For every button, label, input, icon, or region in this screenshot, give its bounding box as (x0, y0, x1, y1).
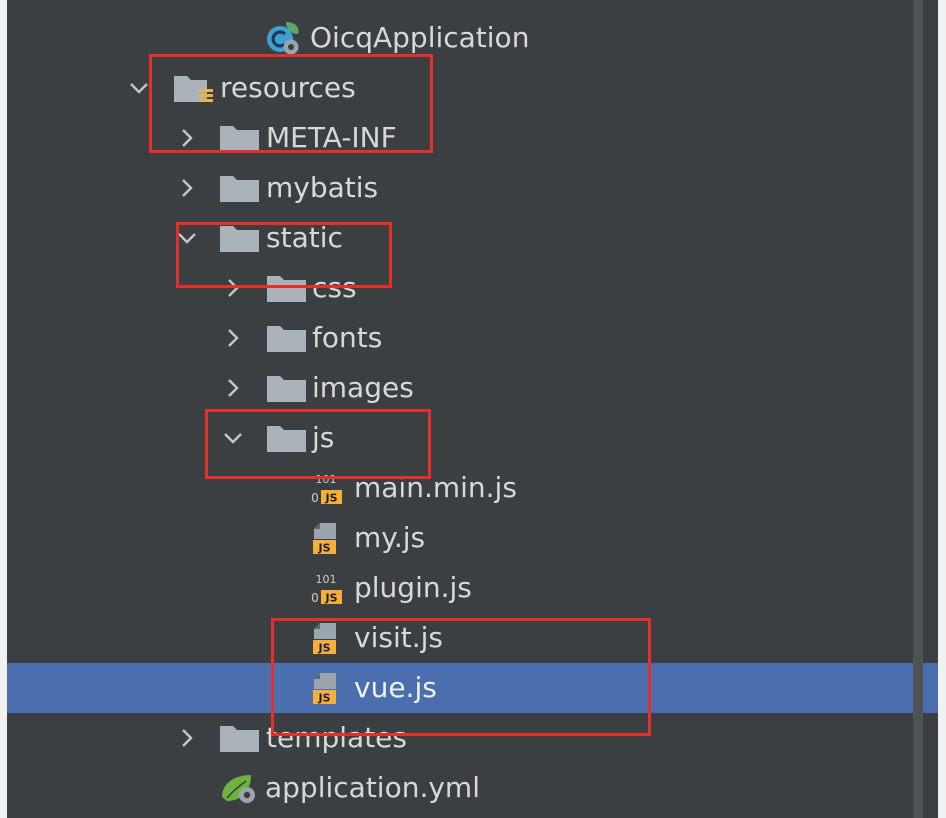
svg-text:JS: JS (317, 542, 330, 555)
annotation-box-static (176, 222, 392, 288)
tree-node-js[interactable]: js (0, 413, 938, 463)
tree-node-fonts[interactable]: fonts (0, 313, 938, 363)
tree-node-application-yml[interactable]: application.yml (0, 763, 938, 813)
tree-node-label: my.js (354, 521, 426, 554)
folder-icon (267, 326, 306, 352)
tree-node-label: OicqApplication (310, 21, 530, 54)
svg-text:101: 101 (316, 573, 337, 586)
tree-node-meta-inf[interactable]: META-INF (0, 113, 938, 163)
spring-boot-class-icon (267, 22, 299, 55)
tree-node-oicq-application[interactable]: OicqApplication (0, 13, 938, 63)
tree-node-label: plugin.js (354, 571, 472, 604)
folder-icon (220, 176, 259, 202)
minified-js-file-icon: 101 0 JS (311, 573, 342, 605)
tree-node-images[interactable]: images (0, 363, 938, 413)
spring-yaml-file-icon (222, 775, 255, 803)
tree-node-resources[interactable]: resources (0, 63, 938, 113)
annotation-box-visit-vue (271, 618, 651, 736)
svg-text:JS: JS (324, 592, 337, 605)
js-file-icon: JS (313, 523, 336, 555)
tree-node-my-js[interactable]: JS my.js (0, 513, 938, 563)
chevron-down-icon[interactable] (128, 77, 150, 99)
tree-node-mybatis[interactable]: mybatis (0, 163, 938, 213)
chevron-right-icon[interactable] (222, 377, 244, 399)
tree-node-label: fonts (312, 321, 383, 354)
tree-node-main-min-js[interactable]: 101 0 JS main.min.js (0, 463, 938, 513)
folder-icon (267, 376, 306, 402)
window-edge-left (0, 0, 7, 818)
svg-text:0: 0 (311, 591, 319, 605)
window-edge-right (938, 0, 946, 818)
tree-node-static[interactable]: static (0, 213, 938, 263)
annotation-box-resources (149, 54, 433, 153)
vertical-scrollbar[interactable] (913, 0, 923, 818)
svg-text:JS: JS (324, 492, 337, 505)
chevron-right-icon[interactable] (222, 327, 244, 349)
tree-node-css[interactable]: css (0, 263, 938, 313)
project-tree-panel: OicqApplication resources META-INF mybat… (0, 0, 946, 818)
tree-node-label: images (312, 371, 414, 404)
annotation-box-js (205, 409, 431, 479)
chevron-right-icon[interactable] (176, 177, 198, 199)
folder-icon (220, 726, 259, 752)
tree-node-plugin-js[interactable]: 101 0 JS plugin.js (0, 563, 938, 613)
chevron-right-icon[interactable] (176, 727, 198, 749)
svg-text:0: 0 (311, 491, 319, 505)
tree-node-label: mybatis (266, 171, 379, 204)
tree-node-label: application.yml (265, 771, 480, 804)
